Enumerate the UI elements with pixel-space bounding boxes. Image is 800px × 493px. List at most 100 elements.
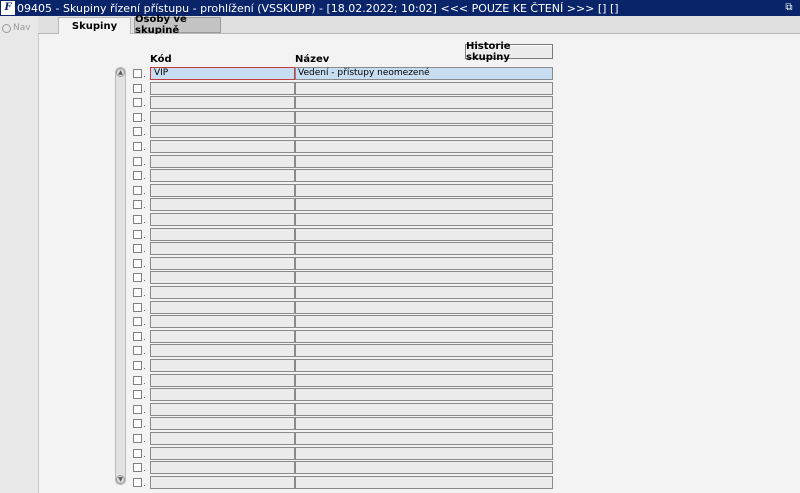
kod-field[interactable] <box>150 461 295 475</box>
nazev-field[interactable] <box>295 417 553 431</box>
kod-field[interactable] <box>150 110 295 124</box>
table-row[interactable] <box>133 227 553 242</box>
kod-field[interactable]: VIP <box>150 67 295 80</box>
table-row[interactable] <box>133 183 553 198</box>
kod-field[interactable] <box>150 315 295 329</box>
table-row[interactable] <box>133 417 553 431</box>
row-checkbox[interactable] <box>133 273 142 283</box>
table-row[interactable] <box>133 359 553 373</box>
table-row[interactable] <box>133 125 553 139</box>
kod-field[interactable] <box>150 432 295 445</box>
row-checkbox[interactable] <box>133 361 142 370</box>
kod-field[interactable] <box>150 183 295 197</box>
nazev-field[interactable] <box>295 432 553 445</box>
table-row[interactable] <box>133 154 553 169</box>
row-checkbox[interactable] <box>133 156 142 166</box>
row-checkbox[interactable] <box>133 142 142 151</box>
table-row[interactable] <box>133 286 553 300</box>
row-checkbox[interactable] <box>133 244 142 254</box>
table-row[interactable] <box>133 140 553 154</box>
kod-field[interactable] <box>150 227 295 241</box>
nazev-field[interactable] <box>295 110 553 124</box>
nazev-field[interactable] <box>295 388 553 402</box>
table-row[interactable] <box>133 271 553 285</box>
scroll-down-icon[interactable]: ▼ <box>116 475 125 484</box>
kod-field[interactable] <box>150 213 295 226</box>
nazev-field[interactable] <box>295 373 553 387</box>
tab-skupiny[interactable]: Skupiny <box>58 17 131 34</box>
kod-field[interactable] <box>150 344 295 358</box>
nazev-field[interactable] <box>295 256 553 270</box>
nazev-field[interactable] <box>295 446 553 460</box>
row-checkbox[interactable] <box>133 258 142 268</box>
kod-field[interactable] <box>150 329 295 343</box>
row-checkbox[interactable] <box>133 390 142 400</box>
row-checkbox[interactable] <box>133 185 142 195</box>
table-row[interactable] <box>133 81 553 96</box>
kod-field[interactable] <box>150 475 295 489</box>
table-row[interactable] <box>133 432 553 446</box>
nazev-field[interactable]: Vedení - přístupy neomezené <box>295 67 553 80</box>
row-checkbox[interactable] <box>133 404 142 414</box>
kod-field[interactable] <box>150 140 295 153</box>
kod-field[interactable] <box>150 256 295 270</box>
kod-field[interactable] <box>150 417 295 431</box>
table-row[interactable] <box>133 242 553 256</box>
nazev-field[interactable] <box>295 475 553 489</box>
table-row[interactable] <box>133 96 553 110</box>
kod-field[interactable] <box>150 81 295 95</box>
row-checkbox[interactable] <box>133 346 142 356</box>
nazev-field[interactable] <box>295 96 553 110</box>
row-checkbox[interactable] <box>133 302 142 312</box>
row-checkbox[interactable] <box>133 375 142 385</box>
nazev-field[interactable] <box>295 81 553 95</box>
nazev-field[interactable] <box>295 402 553 416</box>
table-row[interactable]: VIP Vedení - přístupy neomezené <box>133 67 553 81</box>
nav-button[interactable]: Nav <box>2 23 31 33</box>
table-row[interactable] <box>133 344 553 358</box>
row-checkbox[interactable] <box>133 200 142 210</box>
kod-field[interactable] <box>150 373 295 387</box>
row-checkbox[interactable] <box>133 127 142 137</box>
table-row[interactable] <box>133 446 553 461</box>
row-checkbox[interactable] <box>133 83 142 93</box>
table-row[interactable] <box>133 461 553 475</box>
row-checkbox[interactable] <box>133 477 142 487</box>
kod-field[interactable] <box>150 198 295 212</box>
row-checkbox[interactable] <box>133 317 142 327</box>
table-row[interactable] <box>133 198 553 212</box>
table-row[interactable] <box>133 110 553 125</box>
nazev-field[interactable] <box>295 169 553 183</box>
nazev-field[interactable] <box>295 154 553 168</box>
nazev-field[interactable] <box>295 329 553 343</box>
nazev-field[interactable] <box>295 227 553 241</box>
row-checkbox[interactable] <box>133 448 142 458</box>
tab-osoby-ve-skupine[interactable]: Osoby ve skupině <box>134 14 221 36</box>
table-row[interactable] <box>133 315 553 329</box>
kod-field[interactable] <box>150 388 295 402</box>
scroll-up-icon[interactable]: ▲ <box>116 68 125 77</box>
nazev-field[interactable] <box>295 359 553 372</box>
table-row[interactable] <box>133 388 553 402</box>
nazev-field[interactable] <box>295 315 553 329</box>
row-checkbox[interactable] <box>133 463 142 473</box>
row-checkbox[interactable] <box>133 98 142 108</box>
restore-icon[interactable]: ⧉ <box>782 1 796 15</box>
table-row[interactable] <box>133 402 553 417</box>
nazev-field[interactable] <box>295 242 553 256</box>
table-row[interactable] <box>133 373 553 388</box>
table-row[interactable] <box>133 300 553 315</box>
row-checkbox[interactable] <box>133 419 142 429</box>
kod-field[interactable] <box>150 169 295 183</box>
kod-field[interactable] <box>150 286 295 299</box>
vertical-scrollbar[interactable]: ▲ ▼ <box>115 67 126 485</box>
kod-field[interactable] <box>150 242 295 256</box>
nazev-field[interactable] <box>295 271 553 285</box>
row-checkbox[interactable] <box>133 171 142 181</box>
nazev-field[interactable] <box>295 183 553 197</box>
kod-field[interactable] <box>150 271 295 285</box>
row-checkbox[interactable] <box>133 434 142 443</box>
nazev-field[interactable] <box>295 300 553 314</box>
table-row[interactable] <box>133 169 553 183</box>
nazev-field[interactable] <box>295 198 553 212</box>
